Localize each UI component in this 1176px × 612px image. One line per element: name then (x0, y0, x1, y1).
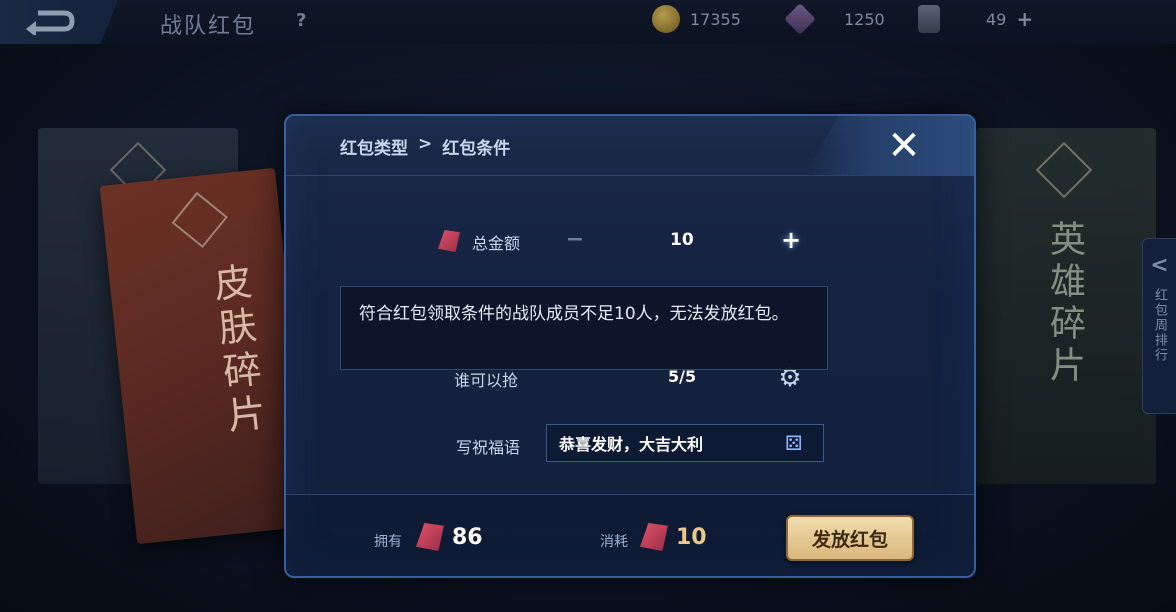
increase-amount-button[interactable]: + (778, 228, 804, 254)
cost-label: 消耗 (600, 534, 628, 550)
close-icon[interactable]: ✕ (886, 126, 922, 166)
dialog-footer: 拥有 86 消耗 10 发放红包 (286, 494, 974, 576)
red-packet-dialog: 红包类型 > 红包条件 ✕ 总金额 − 10 + 谁可以抢 5/5 ⚙ 符合红包… (284, 114, 976, 578)
decrease-amount-button[interactable]: − (564, 229, 586, 252)
chevron-left-icon: < (1150, 253, 1169, 278)
breadcrumb-parent[interactable]: 红包类型 (340, 134, 408, 159)
skin-fragment-card[interactable]: 皮肤碎片 (99, 167, 313, 545)
gem-counter: 1250 (784, 3, 885, 35)
breadcrumb: 红包类型 > 红包条件 (340, 134, 510, 159)
blessing-label: 写祝福语 (456, 438, 521, 457)
blessing-text: 恭喜发财，大吉大利 (559, 435, 704, 454)
side-tab-label: 红包周排行 (1152, 288, 1167, 363)
ticket-icon (918, 5, 940, 33)
add-ticket-icon[interactable]: + (1016, 7, 1033, 31)
red-packet-icon (640, 523, 668, 551)
ticket-counter: 49 + (918, 5, 1033, 33)
red-packet-icon (416, 523, 444, 551)
owned-label: 拥有 (374, 534, 402, 550)
coin-counter: 17355 (652, 5, 741, 33)
hero-fragment-label: 英雄碎片 (1044, 220, 1085, 388)
card-emblem-icon (171, 191, 228, 249)
red-packet-icon (438, 230, 460, 252)
help-icon[interactable]: ? (296, 10, 306, 31)
cost-value: 10 (676, 525, 707, 550)
coin-icon (652, 5, 680, 33)
dice-icon[interactable]: ⚄ (785, 432, 811, 454)
dialog-header: 红包类型 > 红包条件 ✕ (286, 116, 974, 176)
owned-value: 86 (452, 525, 483, 550)
side-tab-ranking[interactable]: < 红包周排行 (1142, 238, 1176, 414)
breadcrumb-separator: > (418, 134, 433, 154)
hero-fragment-card[interactable]: 英雄碎片 (976, 128, 1156, 484)
coin-value: 17355 (690, 9, 741, 29)
back-arrow-icon (26, 10, 75, 35)
back-button[interactable] (0, 0, 118, 44)
gem-value: 1250 (844, 9, 885, 29)
blessing-input[interactable]: 恭喜发财，大吉大利 ⚄ (546, 424, 824, 462)
send-red-packet-button[interactable]: 发放红包 (786, 515, 914, 561)
top-bar: 战队红包 ? 17355 1250 49 + (0, 0, 1176, 44)
total-amount-label: 总金额 (472, 234, 521, 253)
who-can-grab-label: 谁可以抢 (454, 371, 519, 390)
warning-toast: 符合红包领取条件的战队成员不足10人，无法发放红包。 (340, 286, 828, 370)
gem-icon (784, 3, 816, 35)
card-emblem-icon (1035, 141, 1093, 199)
breadcrumb-current: 红包条件 (442, 139, 511, 159)
page-title: 战队红包 (160, 14, 257, 39)
skin-fragment-label: 皮肤碎片 (205, 260, 268, 441)
total-amount-value: 10 (670, 230, 694, 250)
ticket-value: 49 (986, 9, 1007, 29)
